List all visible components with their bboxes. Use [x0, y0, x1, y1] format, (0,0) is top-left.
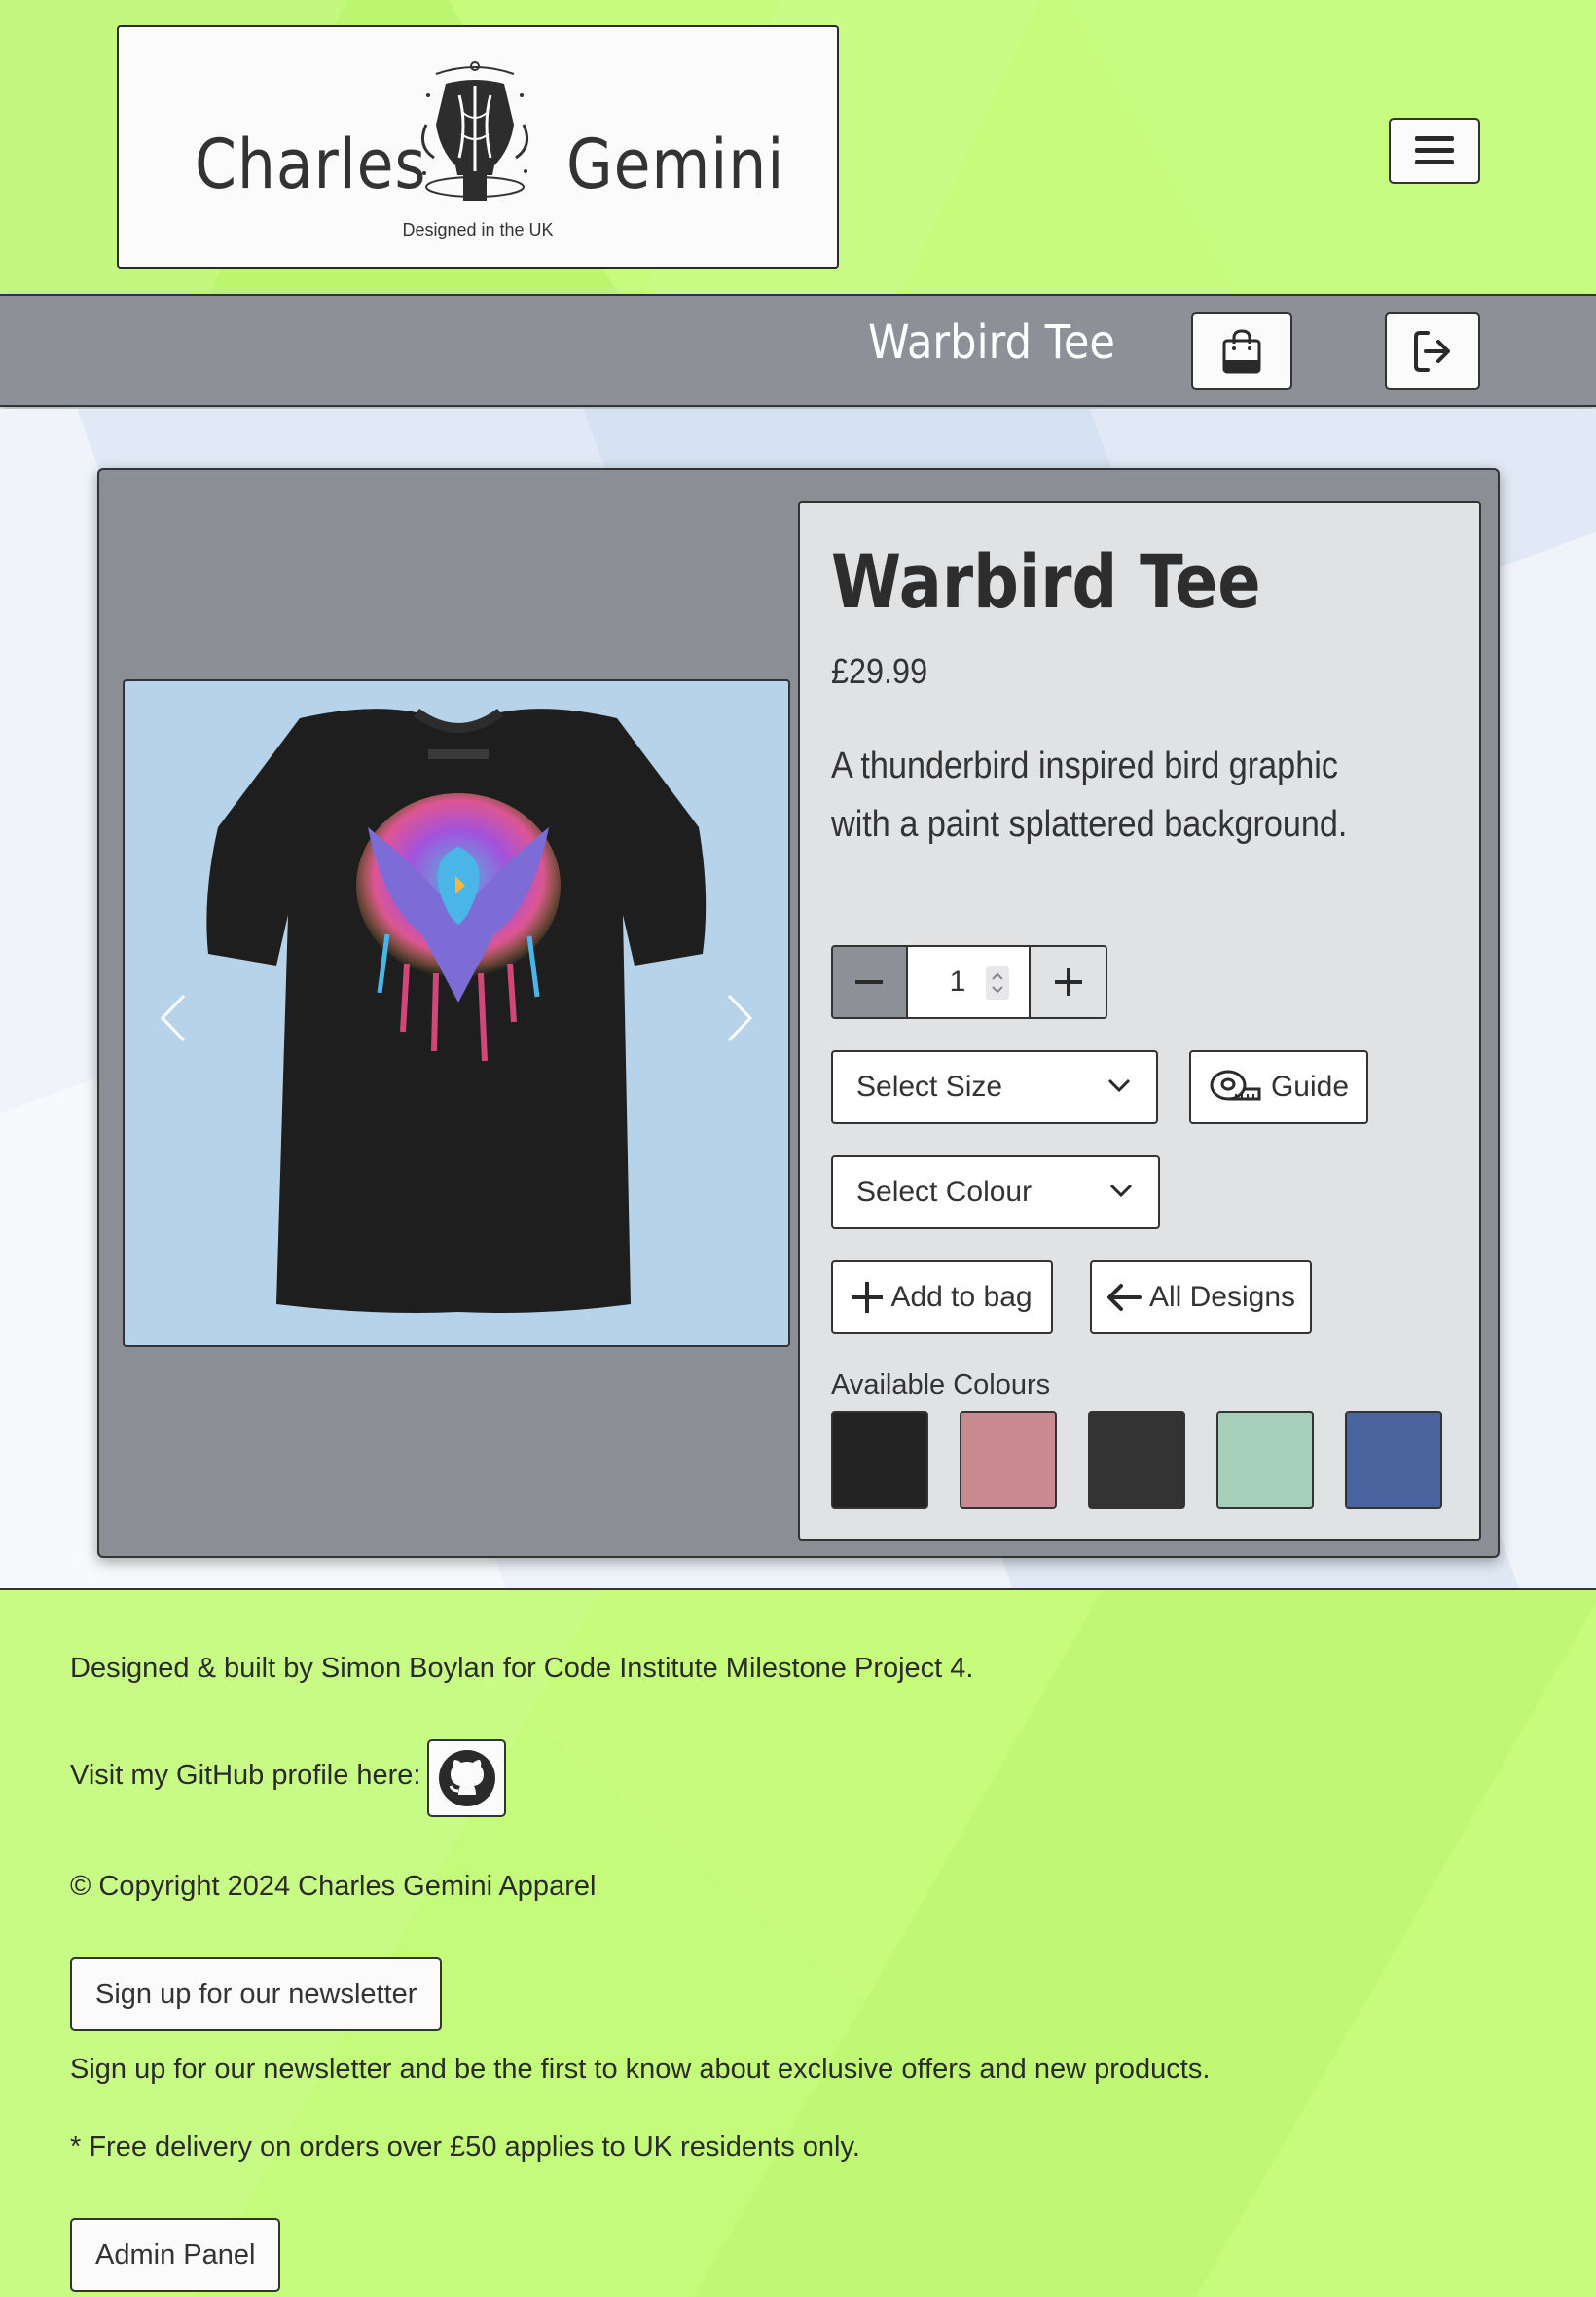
quantity-value: 1	[949, 966, 966, 998]
colour-swatch[interactable]	[960, 1411, 1057, 1509]
newsletter-text: Sign up for our newsletter and be the fi…	[70, 2054, 1211, 2085]
plus-icon	[1054, 968, 1082, 996]
colour-select-value: Select Colour	[856, 1176, 1033, 1208]
logout-icon	[1414, 331, 1450, 372]
add-to-bag-label: Add to bag	[890, 1281, 1033, 1313]
delivery-note: * Free delivery on orders over £50 appli…	[70, 2132, 860, 2163]
shopping-bag-button[interactable]	[1191, 312, 1292, 390]
quantity-decrement-button[interactable]	[833, 947, 908, 1017]
size-guide-button[interactable]: Guide	[1189, 1050, 1368, 1124]
copyright-text: © Copyright 2024 Charles Gemini Apparel	[70, 1871, 597, 1902]
chevron-left-icon	[160, 994, 186, 1042]
brand-logo[interactable]: Charles Gemini Designed in the UK	[117, 25, 839, 269]
tape-measure-icon	[1210, 1070, 1261, 1101]
logo-word-right: Gemini	[566, 125, 785, 204]
add-to-bag-button[interactable]: Add to bag	[831, 1260, 1053, 1334]
chevron-down-icon	[1109, 1184, 1133, 1198]
quantity-stepper: 1	[831, 945, 1107, 1019]
product-details-panel: Warbird Tee £29.99 A thunderbird inspire…	[798, 501, 1481, 1541]
product-name: Warbird Tee	[831, 538, 1261, 625]
quantity-increment-button[interactable]	[1029, 947, 1106, 1017]
footer-credit: Designed & built by Simon Boylan for Cod…	[70, 1653, 974, 1684]
admin-panel-button[interactable]: Admin Panel	[70, 2218, 281, 2292]
shopping-bag-icon	[1222, 329, 1261, 374]
newsletter-signup-button[interactable]: Sign up for our newsletter	[70, 1957, 443, 2031]
github-icon	[438, 1750, 495, 1806]
size-guide-label: Guide	[1270, 1071, 1350, 1103]
colour-swatch[interactable]	[1345, 1411, 1442, 1509]
available-colours-label: Available Colours	[831, 1369, 1051, 1401]
chevron-right-icon	[727, 994, 753, 1042]
size-select[interactable]: Select Size	[831, 1050, 1158, 1124]
github-link-button[interactable]	[427, 1739, 506, 1817]
minus-icon	[855, 980, 884, 984]
menu-button[interactable]	[1389, 118, 1480, 184]
github-label: Visit my GitHub profile here:	[70, 1760, 421, 1791]
product-description: A thunderbird inspired bird graphic with…	[831, 746, 1348, 845]
site-footer	[0, 1588, 1596, 2297]
hamburger-menu-icon	[1415, 136, 1454, 164]
sub-navigation-bar: Warbird Tee	[0, 294, 1596, 407]
colour-swatch[interactable]	[1088, 1411, 1185, 1509]
all-designs-button[interactable]: All Designs	[1090, 1260, 1312, 1334]
product-image-carousel[interactable]	[123, 679, 790, 1347]
colour-select[interactable]: Select Colour	[831, 1155, 1160, 1229]
quantity-spinner[interactable]	[986, 966, 1010, 1000]
plus-icon	[852, 1282, 884, 1313]
logo-word-left: Charles	[195, 125, 427, 204]
size-select-value: Select Size	[856, 1071, 1003, 1103]
logo-tagline: Designed in the UK	[402, 220, 554, 239]
quantity-input[interactable]: 1	[908, 947, 1029, 1017]
carousel-prev-button[interactable]	[154, 989, 193, 1047]
all-designs-label: All Designs	[1148, 1281, 1296, 1313]
carousel-next-button[interactable]	[720, 989, 759, 1047]
logout-button[interactable]	[1385, 312, 1480, 390]
product-tshirt-image	[206, 708, 707, 1313]
page-title: Warbird Tee	[868, 315, 1115, 370]
colour-swatch[interactable]	[1216, 1411, 1314, 1509]
gemini-emblem-icon	[420, 61, 529, 201]
product-price: £29.99	[831, 651, 928, 691]
chevron-down-icon	[1107, 1078, 1131, 1093]
arrow-left-icon	[1106, 1284, 1142, 1311]
colour-swatch[interactable]	[831, 1411, 928, 1509]
